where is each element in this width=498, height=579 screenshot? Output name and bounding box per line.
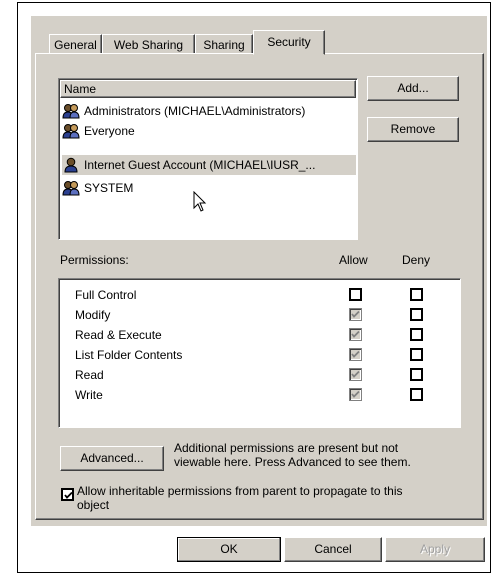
- ok-button[interactable]: OK: [177, 537, 281, 562]
- permission-label: List Folder Contents: [75, 348, 183, 362]
- checkmark-icon: [351, 350, 360, 358]
- advanced-note: Additional permissions are present but n…: [174, 441, 411, 469]
- deny-checkbox[interactable]: [410, 328, 423, 341]
- group-users-icon: [62, 103, 80, 119]
- allow-checkbox[interactable]: [349, 308, 362, 321]
- deny-column-header: Deny: [402, 253, 431, 267]
- allow-checkbox[interactable]: [349, 368, 362, 381]
- permissions-label: Permissions:: [60, 253, 129, 267]
- list-item-label: SYSTEM: [84, 181, 134, 195]
- permission-label: Read: [75, 368, 104, 382]
- checkmark-icon: [64, 491, 73, 499]
- advanced-button[interactable]: Advanced...: [60, 446, 164, 471]
- allow-checkbox[interactable]: [349, 288, 362, 301]
- column-header-name[interactable]: Name: [60, 80, 356, 98]
- apply-button[interactable]: Apply: [385, 537, 485, 562]
- inherit-label-line2: object: [77, 498, 110, 512]
- group-users-icon: [62, 180, 80, 196]
- deny-checkbox[interactable]: [410, 288, 423, 301]
- inherit-label-line1: Allow inheritable permissions from paren…: [77, 484, 403, 498]
- deny-checkbox[interactable]: [410, 388, 423, 401]
- group-users-icon: [62, 123, 80, 139]
- list-item-label: Internet Guest Account (MICHAEL\IUSR_...: [84, 158, 316, 172]
- checkmark-icon: [351, 310, 360, 318]
- permission-label: Read & Execute: [75, 328, 162, 342]
- checkmark-icon: [351, 370, 360, 378]
- single-user-icon: [62, 157, 80, 173]
- remove-button[interactable]: Remove: [367, 117, 459, 142]
- list-item-label: Administrators (MICHAEL\Administrators): [84, 104, 306, 118]
- checkmark-icon: [351, 390, 360, 398]
- permission-label: Modify: [75, 308, 111, 322]
- advanced-note-line1: Additional permissions are present but n…: [174, 441, 399, 455]
- list-item-system[interactable]: SYSTEM: [62, 178, 356, 198]
- list-item-everyone[interactable]: Everyone: [62, 121, 356, 141]
- permission-label: Full Control: [75, 288, 137, 302]
- inherit-permissions-checkbox[interactable]: [61, 488, 74, 501]
- checkmark-icon: [351, 330, 360, 338]
- inherit-permissions-label: Allow inheritable permissions from paren…: [77, 484, 403, 512]
- mouse-pointer-icon: [193, 191, 207, 212]
- allow-checkbox[interactable]: [349, 388, 362, 401]
- tab-security[interactable]: Security: [253, 30, 325, 55]
- allow-column-header: Allow: [339, 253, 368, 267]
- deny-checkbox[interactable]: [410, 308, 423, 321]
- allow-checkbox[interactable]: [349, 348, 362, 361]
- allow-checkbox[interactable]: [349, 328, 362, 341]
- list-item-internet-guest-account[interactable]: Internet Guest Account (MICHAEL\IUSR_...: [62, 155, 356, 175]
- list-item-label: Everyone: [84, 124, 135, 138]
- add-button[interactable]: Add...: [367, 76, 459, 101]
- deny-checkbox[interactable]: [410, 368, 423, 381]
- cancel-button[interactable]: Cancel: [284, 537, 382, 562]
- list-item-administrators[interactable]: Administrators (MICHAEL\Administrators): [62, 101, 356, 121]
- permission-label: Write: [75, 388, 103, 402]
- deny-checkbox[interactable]: [410, 348, 423, 361]
- advanced-note-line2: viewable here. Press Advanced to see the…: [174, 455, 411, 469]
